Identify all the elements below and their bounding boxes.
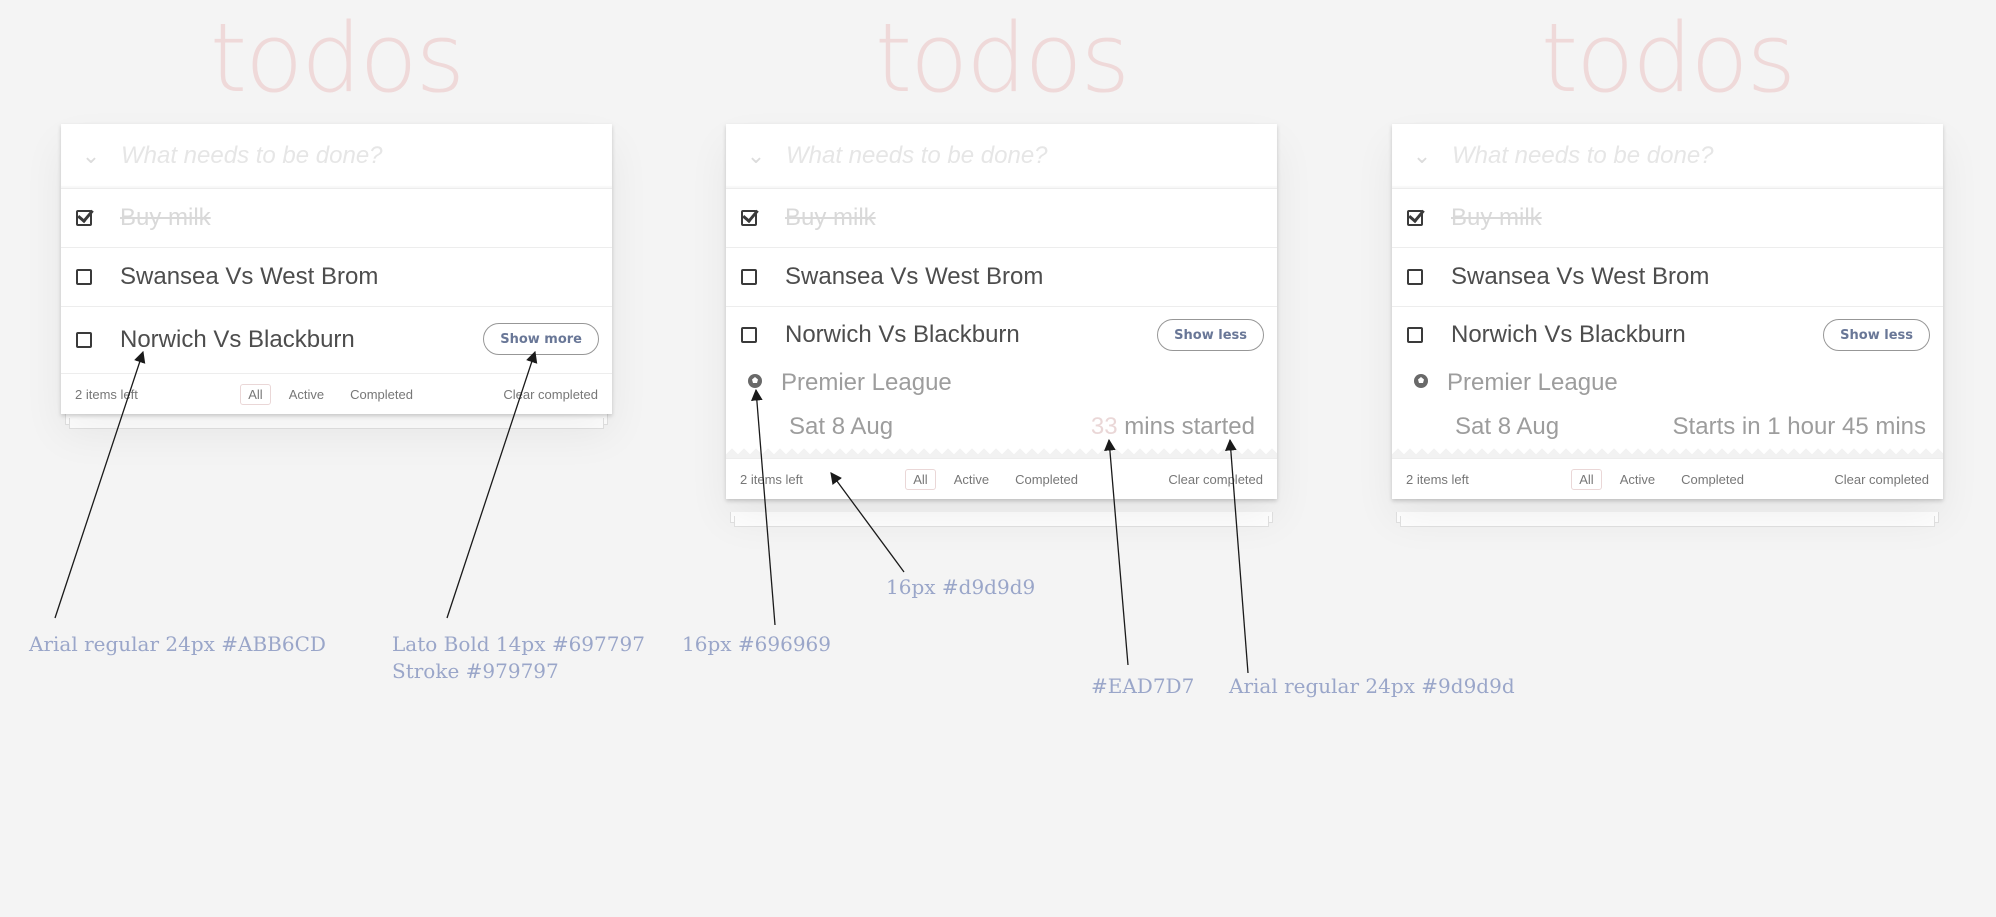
annotation-details-font: Arial regular 24px #9d9d9d (1229, 674, 1515, 698)
annotation-line: Stroke #979797 (392, 659, 559, 683)
arrow (446, 350, 538, 619)
annotation-line: Lato Bold 14px #697797 (392, 632, 645, 656)
annotation-icon-spec: 16px #696969 (682, 632, 831, 656)
arrow (1104, 438, 1129, 666)
annotation-button-font: Lato Bold 14px #697797 Stroke #979797 (392, 631, 645, 685)
annotation-minutes-color: #EAD7D7 (1091, 674, 1195, 698)
annotation-separator-spec: 16px #d9d9d9 (886, 575, 1036, 599)
arrow (1224, 438, 1249, 674)
annotation-arrows (54, 350, 1249, 674)
arrow (751, 388, 776, 626)
arrow (54, 350, 146, 619)
arrow (830, 472, 905, 573)
annotation-title-font: Arial regular 24px #ABB6CD (29, 632, 326, 656)
